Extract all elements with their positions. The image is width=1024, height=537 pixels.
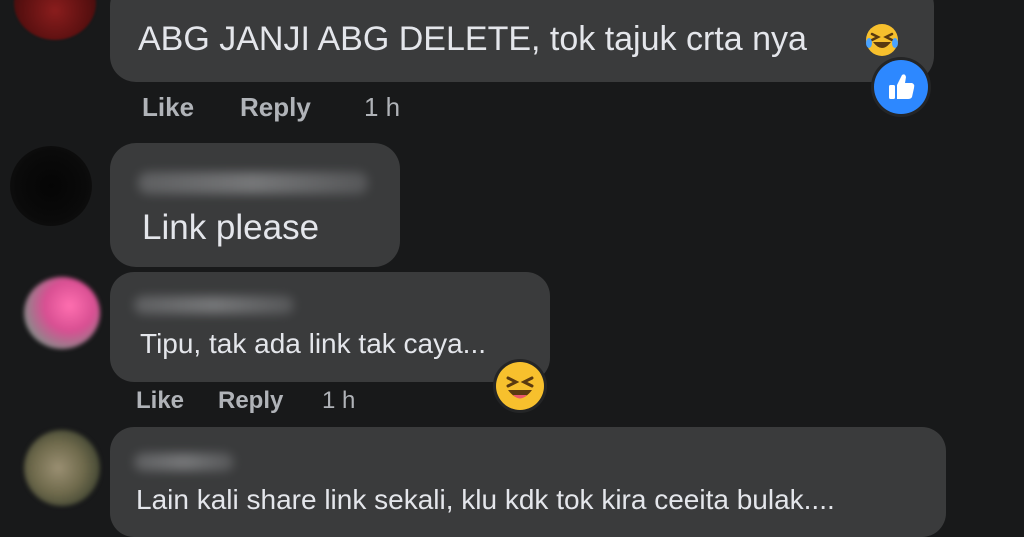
comment-text: Tipu, tak ada link tak caya...	[140, 328, 487, 359]
reply-button[interactable]: Reply	[240, 92, 311, 123]
like-button[interactable]: Like	[136, 387, 184, 415]
author-name-blurred[interactable]	[138, 172, 368, 194]
comment-text: Link please	[142, 208, 320, 247]
comment-bubble	[110, 143, 400, 267]
haha-reaction-icon[interactable]	[496, 362, 544, 410]
reply-button[interactable]: Reply	[218, 387, 283, 415]
author-name-blurred[interactable]	[134, 296, 294, 314]
laughing-tears-emoji-icon	[866, 24, 898, 56]
like-reaction-icon[interactable]	[874, 60, 928, 114]
comment-text: ABG JANJI ABG DELETE, tok tajuk crta nya	[138, 20, 807, 58]
comment-bubble	[110, 272, 550, 382]
avatar[interactable]	[24, 430, 100, 506]
comment-timestamp[interactable]: 1 h	[364, 92, 400, 123]
avatar[interactable]	[14, 0, 96, 40]
thumbs-up-icon	[889, 74, 915, 99]
comment-text: Lain kali share link sekali, klu kdk tok…	[136, 484, 835, 515]
author-name-blurred[interactable]	[134, 453, 234, 471]
avatar[interactable]	[24, 277, 100, 349]
comment-bubble	[110, 427, 946, 537]
haha-face-icon	[506, 376, 534, 399]
avatar[interactable]	[10, 146, 92, 226]
like-button[interactable]: Like	[142, 92, 194, 123]
comment-timestamp[interactable]: 1 h	[322, 387, 355, 415]
